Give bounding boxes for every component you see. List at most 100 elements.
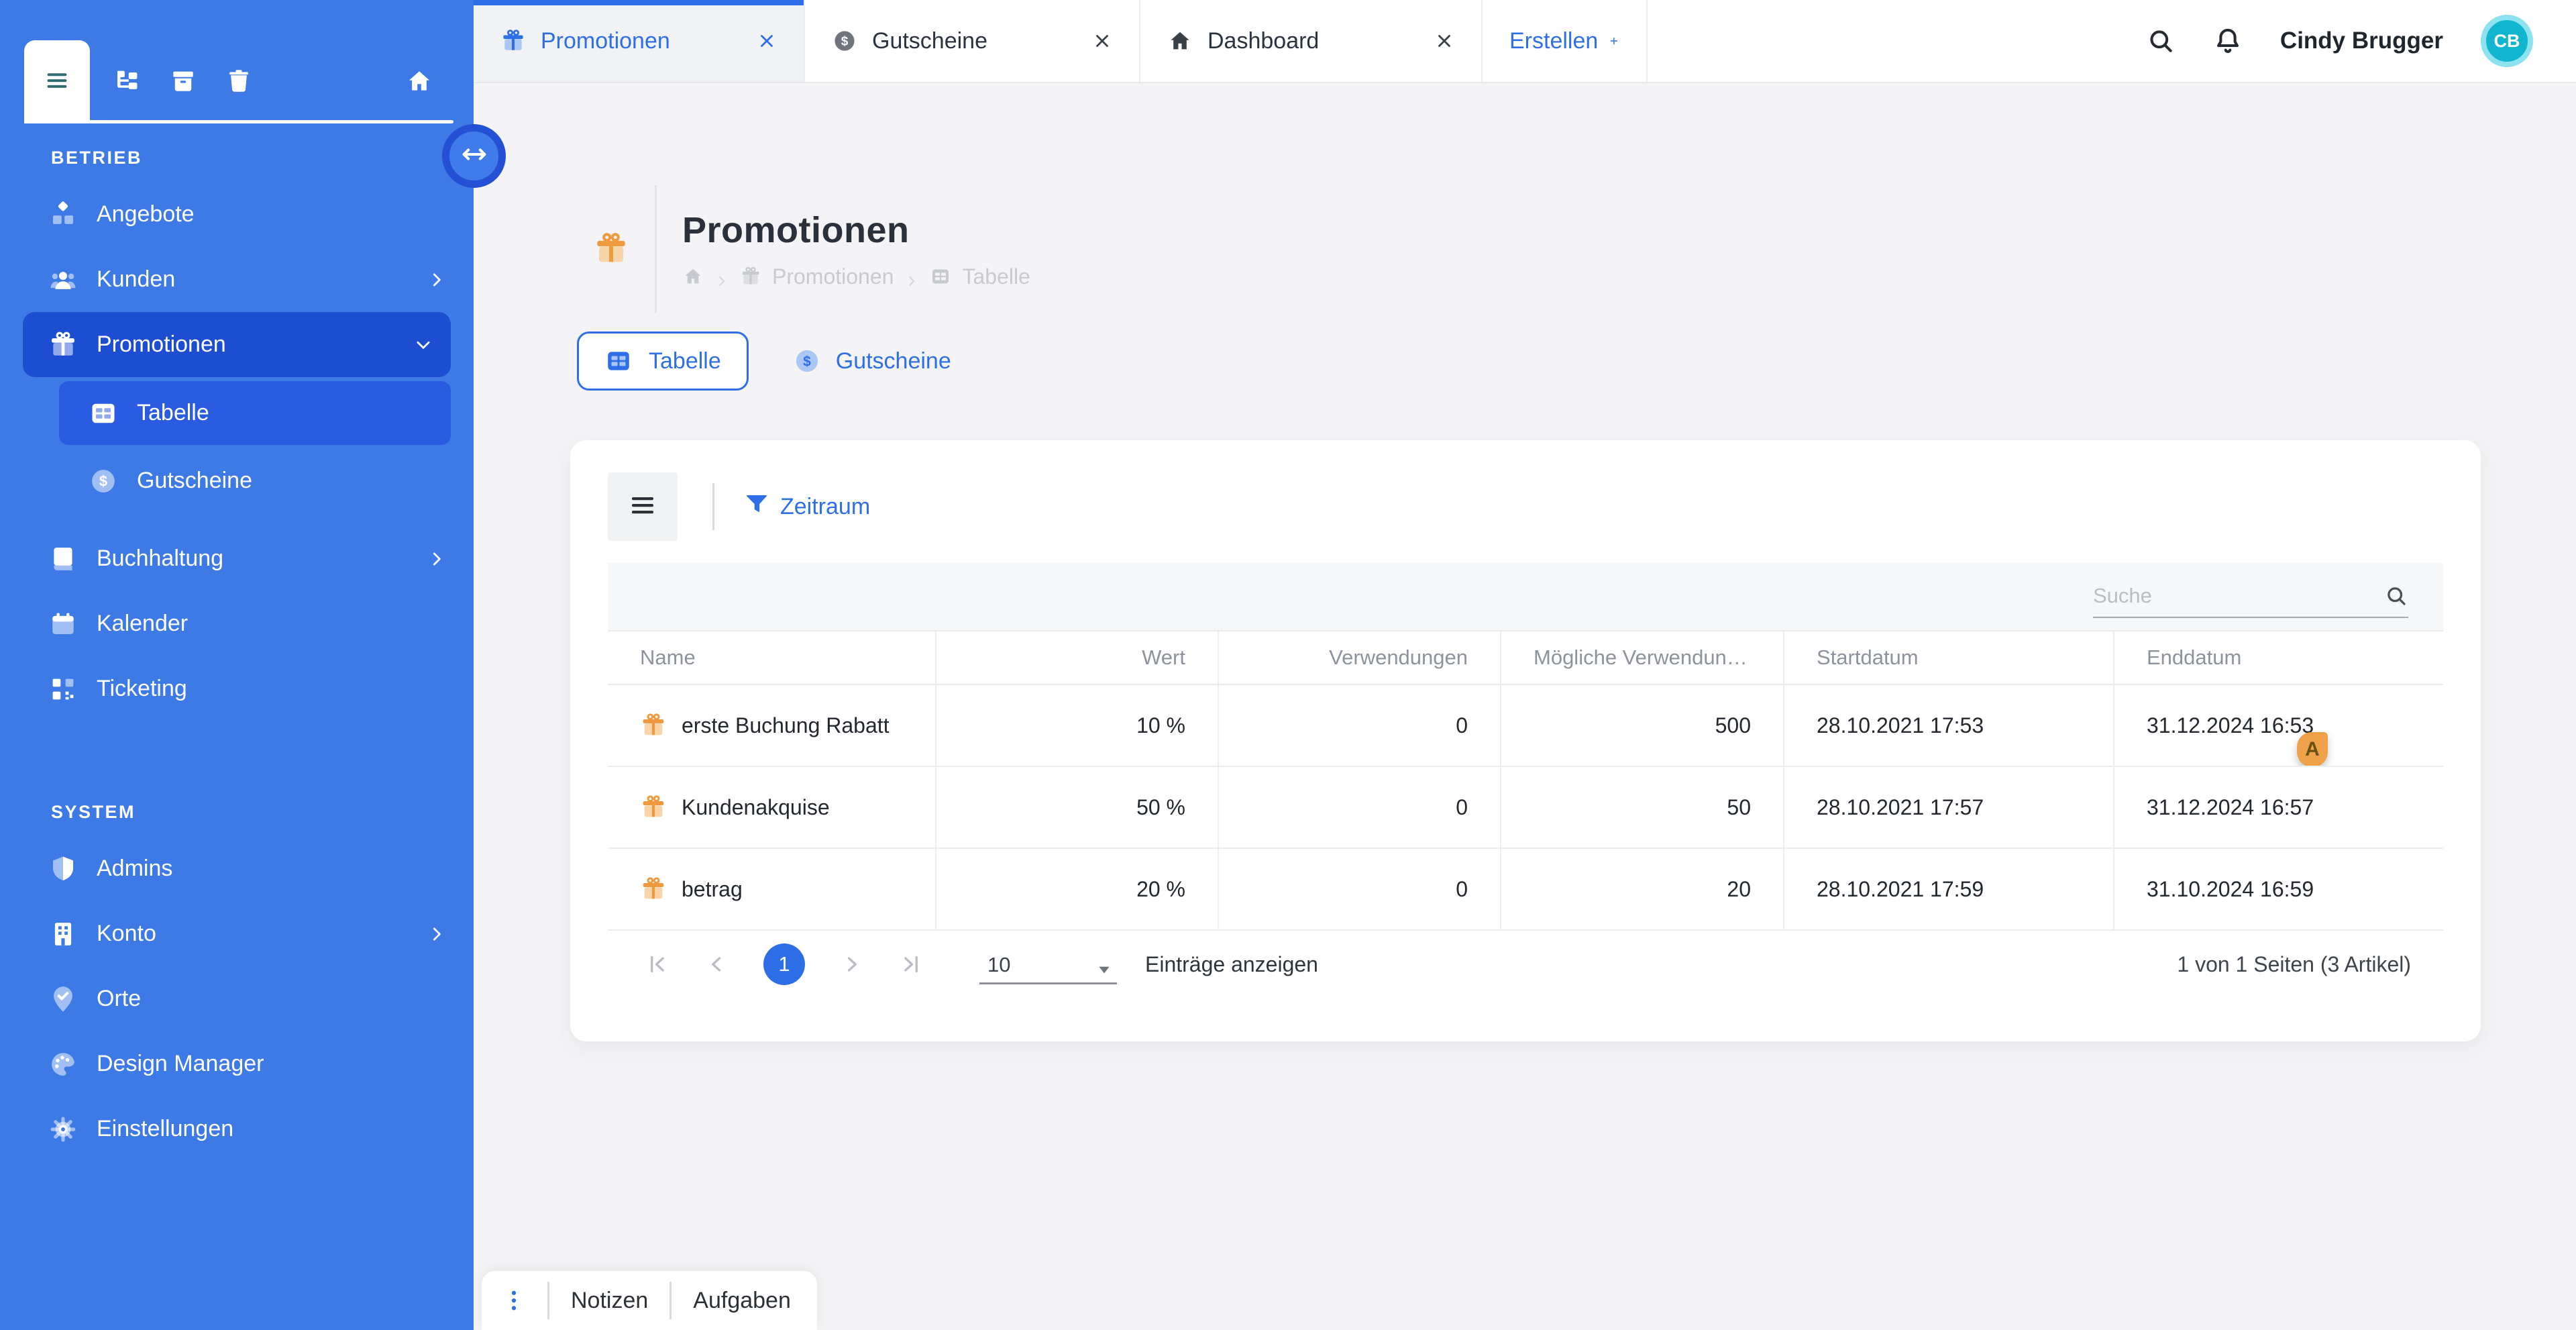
breadcrumb: Promotionen Tabelle — [682, 264, 1030, 289]
sidebar-resize-handle[interactable] — [442, 124, 506, 188]
sidebar-item-label: Tabelle — [137, 400, 209, 426]
table-row[interactable]: erste Buchung Rabatt 10 % 0 500 28.10.20… — [608, 685, 2443, 767]
column-header-startdatum[interactable]: Startdatum — [1784, 631, 2114, 684]
breadcrumb-item[interactable]: Tabelle — [962, 264, 1030, 289]
view-switch: Tabelle $ Gutscheine — [577, 331, 951, 391]
cell-wert: 20 % — [936, 849, 1219, 929]
column-header-moegliche-verwendungen[interactable]: Mögliche Verwendun… — [1501, 631, 1784, 684]
bell-icon[interactable] — [2213, 26, 2243, 56]
first-page-icon[interactable] — [645, 952, 669, 976]
cell-verwendungen: 0 — [1219, 685, 1501, 766]
search-icon[interactable] — [2384, 584, 2408, 608]
sidebar-item-design-manager[interactable]: Design Manager — [0, 1031, 474, 1096]
sitemap-icon[interactable] — [113, 67, 141, 95]
close-icon[interactable] — [757, 31, 777, 51]
sidebar-item-kalender[interactable]: Kalender — [0, 591, 474, 656]
table-header-row: Name Wert Verwendungen Mögliche Verwendu… — [608, 630, 2443, 685]
tab-label: Gutscheine — [872, 28, 987, 54]
sidebar-item-angebote[interactable]: Angebote — [0, 182, 474, 247]
user-name[interactable]: Cindy Brugger — [2280, 28, 2443, 54]
cell-moegliche-verwendungen: 50 — [1501, 767, 1784, 848]
svg-text:$: $ — [841, 35, 849, 49]
location-icon — [48, 984, 78, 1014]
zeitraum-filter-button[interactable]: Zeitraum — [735, 484, 879, 529]
last-page-icon[interactable] — [899, 952, 923, 976]
dropdown-arrow-icon — [1095, 960, 1113, 977]
shield-icon — [48, 854, 78, 884]
current-page-button[interactable]: 1 — [763, 943, 805, 985]
sidebar-item-promotionen[interactable]: Promotionen — [23, 312, 451, 377]
plus-icon — [1609, 31, 1619, 51]
calendar-icon — [48, 609, 78, 639]
archive-icon[interactable] — [169, 67, 197, 95]
sidebar-item-label: Kalender — [97, 611, 188, 637]
close-icon[interactable] — [1092, 31, 1112, 51]
chevron-down-icon — [413, 335, 433, 355]
sidebar-item-gutscheine[interactable]: $ Gutscheine — [59, 449, 451, 513]
sidebar-item-buchhaltung[interactable]: Buchhaltung — [0, 526, 474, 591]
cell-verwendungen: 0 — [1219, 767, 1501, 848]
column-header-verwendungen[interactable]: Verwendungen — [1219, 631, 1501, 684]
notes-button[interactable]: Notizen — [571, 1288, 648, 1314]
page-size-select[interactable]: 10 — [979, 944, 1117, 984]
prev-page-icon[interactable] — [704, 952, 729, 976]
cubes-icon — [48, 200, 78, 229]
tab-gutscheine[interactable]: $ Gutscheine — [805, 0, 1140, 82]
cell-startdatum: 28.10.2021 17:59 — [1784, 849, 2114, 929]
column-header-name[interactable]: Name — [608, 631, 936, 684]
next-page-icon[interactable] — [840, 952, 864, 976]
search-input[interactable] — [2093, 584, 2373, 608]
home-icon[interactable] — [682, 266, 704, 287]
content: Promotionen Promotionen Tabelle — [474, 85, 2576, 1330]
sidebar-item-admins[interactable]: Admins — [0, 836, 474, 901]
page-title: Promotionen — [682, 209, 1030, 251]
sidebar-item-tabelle[interactable]: Tabelle — [59, 381, 451, 445]
cell-moegliche-verwendungen: 20 — [1501, 849, 1784, 929]
gift-icon — [740, 266, 761, 287]
sidebar-item-label: Konto — [97, 921, 156, 947]
sidebar-item-label: Promotionen — [97, 331, 226, 358]
view-tabelle-button[interactable]: Tabelle — [577, 331, 749, 391]
table-icon — [930, 266, 951, 287]
home-icon[interactable] — [405, 67, 433, 95]
annotation-badge[interactable]: A — [2297, 732, 2328, 766]
sidebar-item-einstellungen[interactable]: Einstellungen — [0, 1096, 474, 1162]
sidebar-item-label: Design Manager — [97, 1051, 264, 1077]
sidebar-item-konto[interactable]: Konto — [0, 901, 474, 966]
sidebar: BETRIEB Angebote Kunden Promotionen — [0, 0, 474, 1330]
sidebar-section-betrieb: BETRIEB — [51, 148, 474, 168]
table-menu-button[interactable] — [608, 472, 678, 541]
gift-icon — [48, 330, 78, 360]
sidebar-menu-button[interactable] — [24, 40, 90, 123]
cell-enddatum: 31.12.2024 16:53 — [2147, 713, 2314, 738]
palette-icon — [48, 1050, 78, 1079]
page-size-value: 10 — [987, 953, 1010, 977]
search-icon[interactable] — [2146, 26, 2176, 56]
breadcrumb-item[interactable]: Promotionen — [772, 264, 894, 289]
kebab-icon[interactable] — [502, 1286, 526, 1315]
column-header-wert[interactable]: Wert — [936, 631, 1219, 684]
sidebar-item-label: Kunden — [97, 266, 175, 293]
tab-create[interactable]: Erstellen — [1483, 0, 1648, 82]
view-gutscheine-button[interactable]: $ Gutscheine — [793, 347, 951, 375]
tab-promotionen[interactable]: Promotionen — [474, 0, 805, 82]
sidebar-item-label: Einstellungen — [97, 1116, 233, 1142]
badge-dollar-icon: $ — [832, 28, 857, 54]
chevron-right-icon — [427, 924, 447, 944]
cell-enddatum: 31.10.2024 16:59 — [2114, 849, 2443, 929]
table-row[interactable]: Kundenakquise 50 % 0 50 28.10.2021 17:57… — [608, 767, 2443, 849]
column-header-enddatum[interactable]: Enddatum — [2114, 631, 2443, 684]
sidebar-item-ticketing[interactable]: Ticketing — [0, 656, 474, 721]
sidebar-item-kunden[interactable]: Kunden — [0, 247, 474, 312]
trash-icon[interactable] — [225, 67, 253, 95]
table-row[interactable]: betrag 20 % 0 20 28.10.2021 17:59 31.10.… — [608, 849, 2443, 931]
topbar-right: Cindy Brugger CB — [2146, 0, 2576, 82]
tab-dashboard[interactable]: Dashboard — [1140, 0, 1483, 82]
close-icon[interactable] — [1434, 31, 1454, 51]
resize-arrows-icon — [460, 140, 489, 172]
tab-label: Dashboard — [1208, 28, 1319, 54]
tasks-button[interactable]: Aufgaben — [693, 1288, 791, 1314]
avatar[interactable]: CB — [2481, 15, 2533, 67]
pagination-summary: 1 von 1 Seiten (3 Artikel) — [2177, 952, 2411, 977]
sidebar-item-orte[interactable]: Orte — [0, 966, 474, 1031]
